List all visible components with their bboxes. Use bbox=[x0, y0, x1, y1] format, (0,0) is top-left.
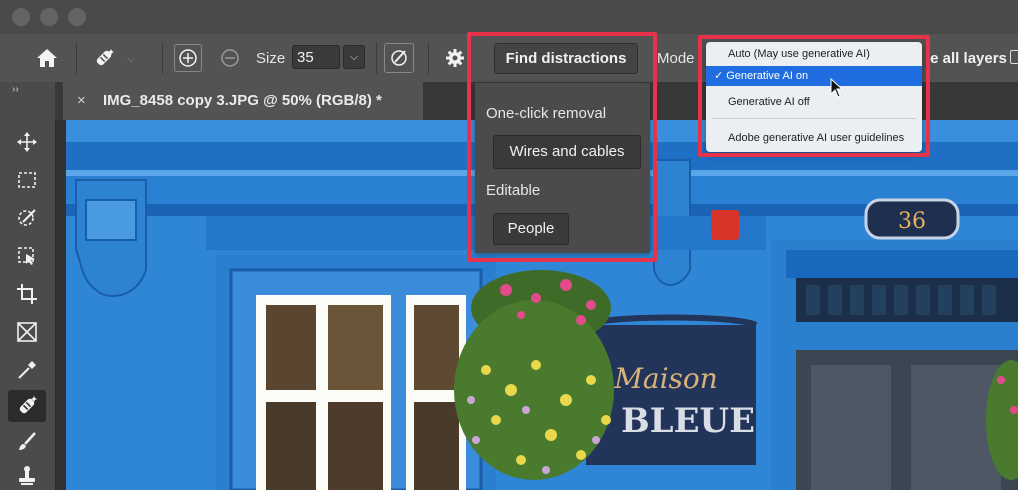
menu-item-generative-ai-on-label: Generative AI on bbox=[726, 70, 809, 82]
remove-tool-icon[interactable] bbox=[8, 390, 46, 422]
tools-panel: ›› bbox=[0, 82, 56, 490]
subtract-mode-icon[interactable] bbox=[216, 44, 244, 72]
menu-item-guidelines[interactable]: Adobe generative AI user guidelines bbox=[712, 128, 916, 148]
remove-tool-preset-icon[interactable] bbox=[88, 44, 120, 72]
title-bar bbox=[0, 0, 1018, 34]
find-distractions-button[interactable]: Find distractions bbox=[494, 43, 638, 74]
menu-item-generative-ai-on[interactable]: ✓ Generative AI on bbox=[706, 66, 922, 86]
mode-label: Mode bbox=[657, 49, 695, 67]
menu-divider bbox=[712, 118, 916, 119]
home-icon[interactable] bbox=[32, 44, 62, 72]
size-label: Size bbox=[256, 49, 286, 67]
move-tool-icon[interactable] bbox=[8, 126, 46, 158]
checkmark-icon: ✓ bbox=[714, 70, 724, 82]
gear-icon[interactable] bbox=[442, 45, 468, 71]
crop-tool-icon[interactable] bbox=[8, 278, 46, 310]
sample-all-layers-checkbox[interactable] bbox=[1010, 50, 1018, 64]
zoom-window-button[interactable] bbox=[68, 8, 86, 26]
flower-basket bbox=[454, 270, 614, 480]
close-window-button[interactable] bbox=[12, 8, 30, 26]
door-number: 36 bbox=[898, 209, 926, 234]
eyedropper-tool-icon[interactable] bbox=[8, 354, 46, 386]
mode-dropdown-menu: Auto (May use generative AI) ✓ Generative… bbox=[706, 42, 922, 152]
pressure-size-icon[interactable] bbox=[384, 43, 414, 73]
brush-tool-icon[interactable] bbox=[8, 426, 46, 458]
chevron-down-icon[interactable]: ⌵ bbox=[124, 52, 138, 66]
menu-item-auto[interactable]: Auto (May use generative AI) bbox=[712, 44, 916, 64]
document-tab-title: IMG_8458 copy 3.JPG @ 50% (RGB/8) * bbox=[103, 92, 382, 109]
frame-tool-icon[interactable] bbox=[8, 316, 46, 348]
one-click-removal-label: One-click removal bbox=[486, 105, 607, 122]
people-button[interactable]: People bbox=[493, 213, 569, 245]
wires-and-cables-button[interactable]: Wires and cables bbox=[493, 135, 641, 169]
find-distractions-panel: One-click removal Wires and cables Edita… bbox=[475, 83, 650, 253]
object-selection-tool-icon[interactable] bbox=[8, 202, 46, 234]
size-dropdown-icon[interactable]: ⌵ bbox=[343, 45, 365, 69]
editable-label: Editable bbox=[486, 182, 541, 199]
app-window: { "options_bar": { "size_label": "Size",… bbox=[0, 0, 1018, 490]
add-mode-icon[interactable] bbox=[174, 44, 202, 72]
document-tab[interactable]: × IMG_8458 copy 3.JPG @ 50% (RGB/8) * bbox=[63, 82, 423, 120]
sign-text-bleue: BLEUE bbox=[621, 401, 755, 441]
minimize-window-button[interactable] bbox=[40, 8, 58, 26]
toolbar-expand-icon[interactable]: ›› bbox=[12, 84, 19, 95]
quick-selection-tool-icon[interactable] bbox=[8, 240, 46, 272]
clone-stamp-tool-icon[interactable] bbox=[8, 460, 46, 490]
sample-all-layers-label[interactable]: le all layers bbox=[926, 47, 1007, 69]
sign-text-maison: Maison bbox=[613, 362, 718, 395]
menu-item-generative-ai-off[interactable]: Generative AI off bbox=[712, 92, 916, 112]
marquee-tool-icon[interactable] bbox=[8, 164, 46, 196]
mouse-cursor-icon bbox=[830, 78, 844, 98]
size-input[interactable]: 35 bbox=[292, 45, 340, 69]
close-tab-icon[interactable]: × bbox=[77, 82, 86, 120]
